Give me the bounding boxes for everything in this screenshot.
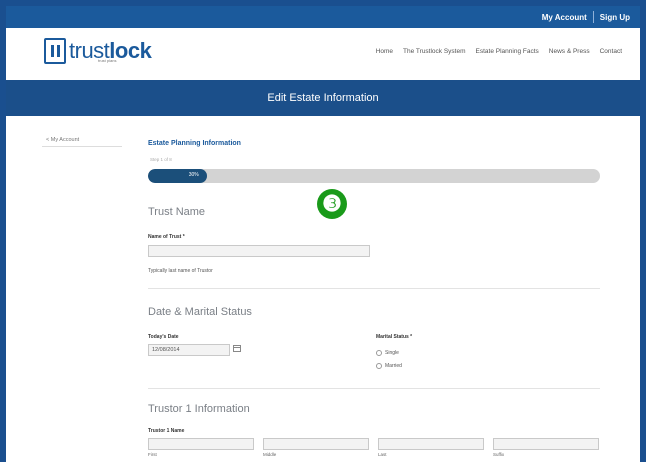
section-divider <box>148 288 600 289</box>
suffix-sublabel: Suffix <box>493 452 505 457</box>
todays-date-label: Today's Date <box>148 334 179 340</box>
sign-up-link[interactable]: Sign Up <box>600 13 630 22</box>
calendar-icon[interactable] <box>233 345 241 352</box>
trustor1-last-input[interactable] <box>378 438 484 450</box>
logo-mark-icon <box>44 38 66 64</box>
trustor1-suffix-input[interactable] <box>493 438 599 450</box>
trust-name-label: Name of Trust * <box>148 234 185 240</box>
trustor1-name-label: Trustor 1 Name <box>148 428 185 434</box>
sidebar-my-account-link[interactable]: < My Account <box>46 137 79 143</box>
main-nav: Home The Trustlock System Estate Plannin… <box>376 48 622 55</box>
nav-news-press[interactable]: News & Press <box>549 48 590 55</box>
page-banner: Edit Estate Information <box>6 80 640 116</box>
page-frame: My Account Sign Up trustlock trust plans… <box>6 6 640 462</box>
radio-married-label: Married <box>385 363 402 369</box>
top-links-divider <box>592 11 594 23</box>
radio-single-label: Single <box>385 350 399 356</box>
section-divider-2 <box>148 388 600 389</box>
marital-status-label: Marital Status * <box>376 334 413 340</box>
my-account-link[interactable]: My Account <box>542 13 587 22</box>
progress-fill: 30% <box>148 169 207 183</box>
radio-single[interactable] <box>376 350 382 356</box>
top-bar: My Account Sign Up <box>6 6 640 28</box>
trustor1-heading: Trustor 1 Information <box>148 403 250 415</box>
sidebar-divider <box>42 146 122 147</box>
form-section-title: Estate Planning Information <box>148 140 241 147</box>
date-marital-heading: Date & Marital Status <box>148 306 252 318</box>
middle-sublabel: Middle <box>263 452 277 457</box>
trustor1-middle-input[interactable] <box>263 438 369 450</box>
first-sublabel: First <box>148 452 157 457</box>
progress-text: 30% <box>188 172 199 178</box>
step-label: Step 1 of 8 <box>150 157 172 162</box>
todays-date-input[interactable]: 12/08/2014 <box>148 344 230 356</box>
trust-name-input[interactable] <box>148 245 370 257</box>
logo-tagline: trust plans <box>98 58 117 63</box>
site-header: trustlock trust plans Home The Trustlock… <box>6 28 640 80</box>
trustor1-first-input[interactable] <box>148 438 254 450</box>
progress-bar: 30% <box>148 169 600 183</box>
step-number-badge: ❸ <box>317 189 347 219</box>
top-links: My Account Sign Up <box>542 6 630 28</box>
trust-name-heading: Trust Name <box>148 206 206 218</box>
nav-home[interactable]: Home <box>376 48 393 55</box>
radio-married[interactable] <box>376 363 382 369</box>
nav-contact[interactable]: Contact <box>600 48 622 55</box>
page-title: Edit Estate Information <box>267 92 379 104</box>
nav-trustlock-system[interactable]: The Trustlock System <box>403 48 466 55</box>
last-sublabel: Last <box>378 452 387 457</box>
trust-name-helper: Typically last name of Trustor <box>148 268 213 274</box>
nav-estate-planning-facts[interactable]: Estate Planning Facts <box>476 48 539 55</box>
